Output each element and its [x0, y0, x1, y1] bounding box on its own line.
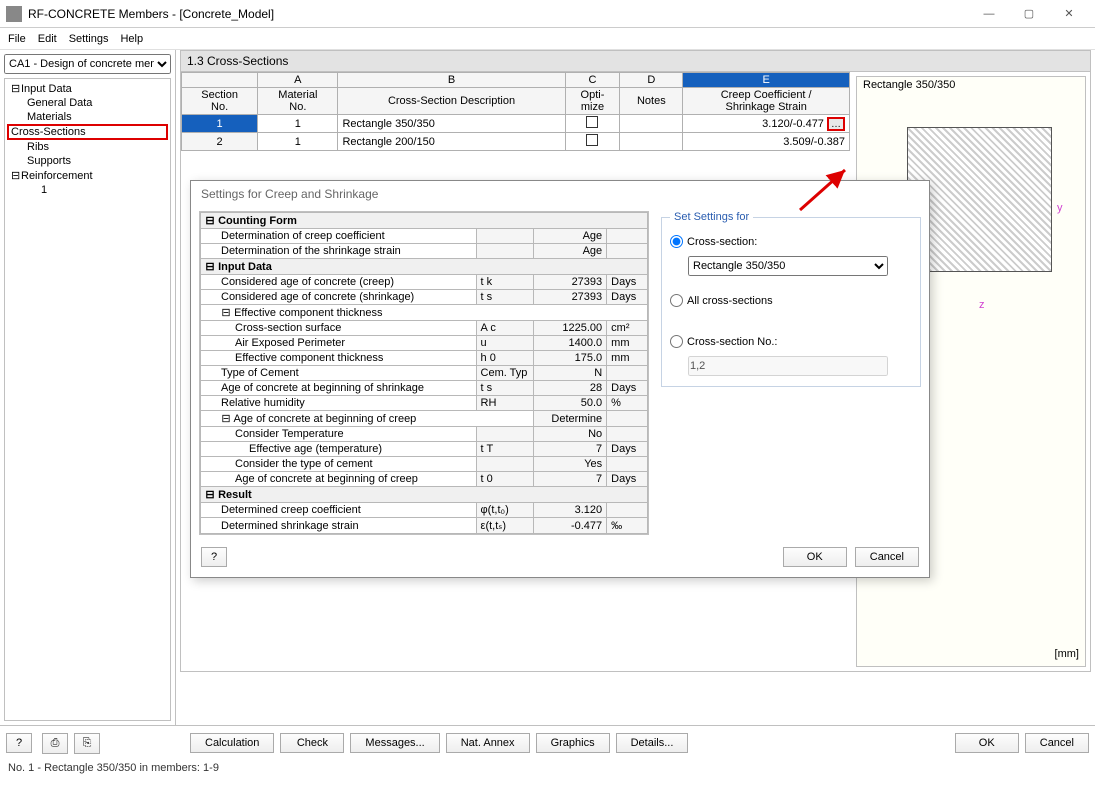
opt-cross-section-no[interactable]: [670, 335, 683, 348]
messages-button[interactable]: Messages...: [350, 733, 439, 753]
nav-tree: ⊟Input Data General Data Materials Cross…: [4, 78, 171, 721]
axis-y-label: y: [1057, 202, 1063, 214]
nat-annex-button[interactable]: Nat. Annex: [446, 733, 530, 753]
import-icon[interactable]: ⎘: [74, 733, 100, 754]
optimize-checkbox[interactable]: [586, 134, 598, 146]
minimize-button[interactable]: —: [969, 2, 1009, 26]
creep-edit-button[interactable]: …: [827, 117, 845, 131]
head-material: MaterialNo.: [258, 88, 338, 115]
menubar: File Edit Settings Help: [0, 28, 1095, 50]
export-icon[interactable]: ⎙: [42, 733, 68, 754]
grid-row-1[interactable]: 1 1 Rectangle 350/350 3.120/-0.477 …: [182, 115, 850, 133]
opt-all-cross-sections[interactable]: [670, 294, 683, 307]
col-B: B: [338, 73, 565, 88]
menu-edit[interactable]: Edit: [38, 33, 57, 45]
graphics-button[interactable]: Graphics: [536, 733, 610, 753]
dialog-cancel-button[interactable]: Cancel: [855, 547, 919, 567]
tree-materials[interactable]: Materials: [7, 110, 168, 124]
dialog-title: Settings for Creep and Shrinkage: [191, 181, 929, 207]
calculation-button[interactable]: Calculation: [190, 733, 274, 753]
head-optimize: Opti-mize: [565, 88, 620, 115]
app-icon: [6, 6, 22, 22]
window-title: RF-CONCRETE Members - [Concrete_Model]: [28, 7, 969, 21]
status-bar: No. 1 - Rectangle 350/350 in members: 1-…: [0, 760, 1095, 776]
opt-cross-section[interactable]: [670, 235, 683, 248]
col-D: D: [620, 73, 683, 88]
help-icon[interactable]: ?: [6, 733, 32, 753]
menu-file[interactable]: File: [8, 33, 26, 45]
col-A: A: [258, 73, 338, 88]
maximize-button[interactable]: ▢: [1009, 2, 1049, 26]
parameter-grid[interactable]: ⊟ Counting Form Determination of creep c…: [199, 211, 649, 535]
tree-reinforcement[interactable]: ⊟Reinforcement: [7, 168, 168, 183]
tree-general-data[interactable]: General Data: [7, 96, 168, 110]
set-settings-fieldset: Set Settings for Cross-section: Rectangl…: [661, 211, 921, 387]
creep-cell-1[interactable]: 3.120/-0.477 …: [683, 115, 850, 133]
grid-row-2[interactable]: 2 1 Rectangle 200/150 3.509/-0.387: [182, 133, 850, 151]
tree-reinforcement-1[interactable]: 1: [7, 183, 168, 197]
left-panel: CA1 - Design of concrete memb ⊟Input Dat…: [0, 50, 176, 725]
cross-section-select[interactable]: Rectangle 350/350: [688, 256, 888, 276]
preview-title: Rectangle 350/350: [857, 77, 1085, 93]
ok-button[interactable]: OK: [955, 733, 1019, 753]
axis-z-label: z: [979, 299, 985, 311]
menu-settings[interactable]: Settings: [69, 33, 109, 45]
preview-unit: [mm]: [1055, 648, 1079, 660]
cross-section-no-input[interactable]: [688, 356, 888, 376]
set-settings-legend: Set Settings for: [670, 211, 753, 223]
dialog-help-icon[interactable]: ?: [201, 547, 227, 567]
optimize-checkbox[interactable]: [586, 116, 598, 128]
details-button[interactable]: Details...: [616, 733, 689, 753]
cancel-button[interactable]: Cancel: [1025, 733, 1089, 753]
tree-cross-sections[interactable]: Cross-Sections: [7, 124, 168, 140]
tree-supports[interactable]: Supports: [7, 154, 168, 168]
tree-root[interactable]: ⊟Input Data: [7, 81, 168, 96]
head-notes: Notes: [620, 88, 683, 115]
cross-section-grid[interactable]: A B C D E SectionNo. MaterialNo. Cross-S…: [181, 72, 850, 151]
menu-help[interactable]: Help: [120, 33, 143, 45]
head-section: SectionNo.: [182, 88, 258, 115]
section-title: 1.3 Cross-Sections: [180, 50, 1091, 72]
head-desc: Cross-Section Description: [338, 88, 565, 115]
head-creep: Creep Coefficient /Shrinkage Strain: [683, 88, 850, 115]
col-C: C: [565, 73, 620, 88]
close-button[interactable]: ✕: [1049, 2, 1089, 26]
footer: ? ⎙ ⎘ Calculation Check Messages... Nat.…: [0, 725, 1095, 785]
col-E: E: [683, 73, 850, 88]
case-combo[interactable]: CA1 - Design of concrete memb: [4, 54, 171, 74]
creep-shrinkage-dialog: Settings for Creep and Shrinkage ⊟ Count…: [190, 180, 930, 578]
dialog-ok-button[interactable]: OK: [783, 547, 847, 567]
titlebar: RF-CONCRETE Members - [Concrete_Model] —…: [0, 0, 1095, 28]
tree-ribs[interactable]: Ribs: [7, 140, 168, 154]
check-button[interactable]: Check: [280, 733, 344, 753]
